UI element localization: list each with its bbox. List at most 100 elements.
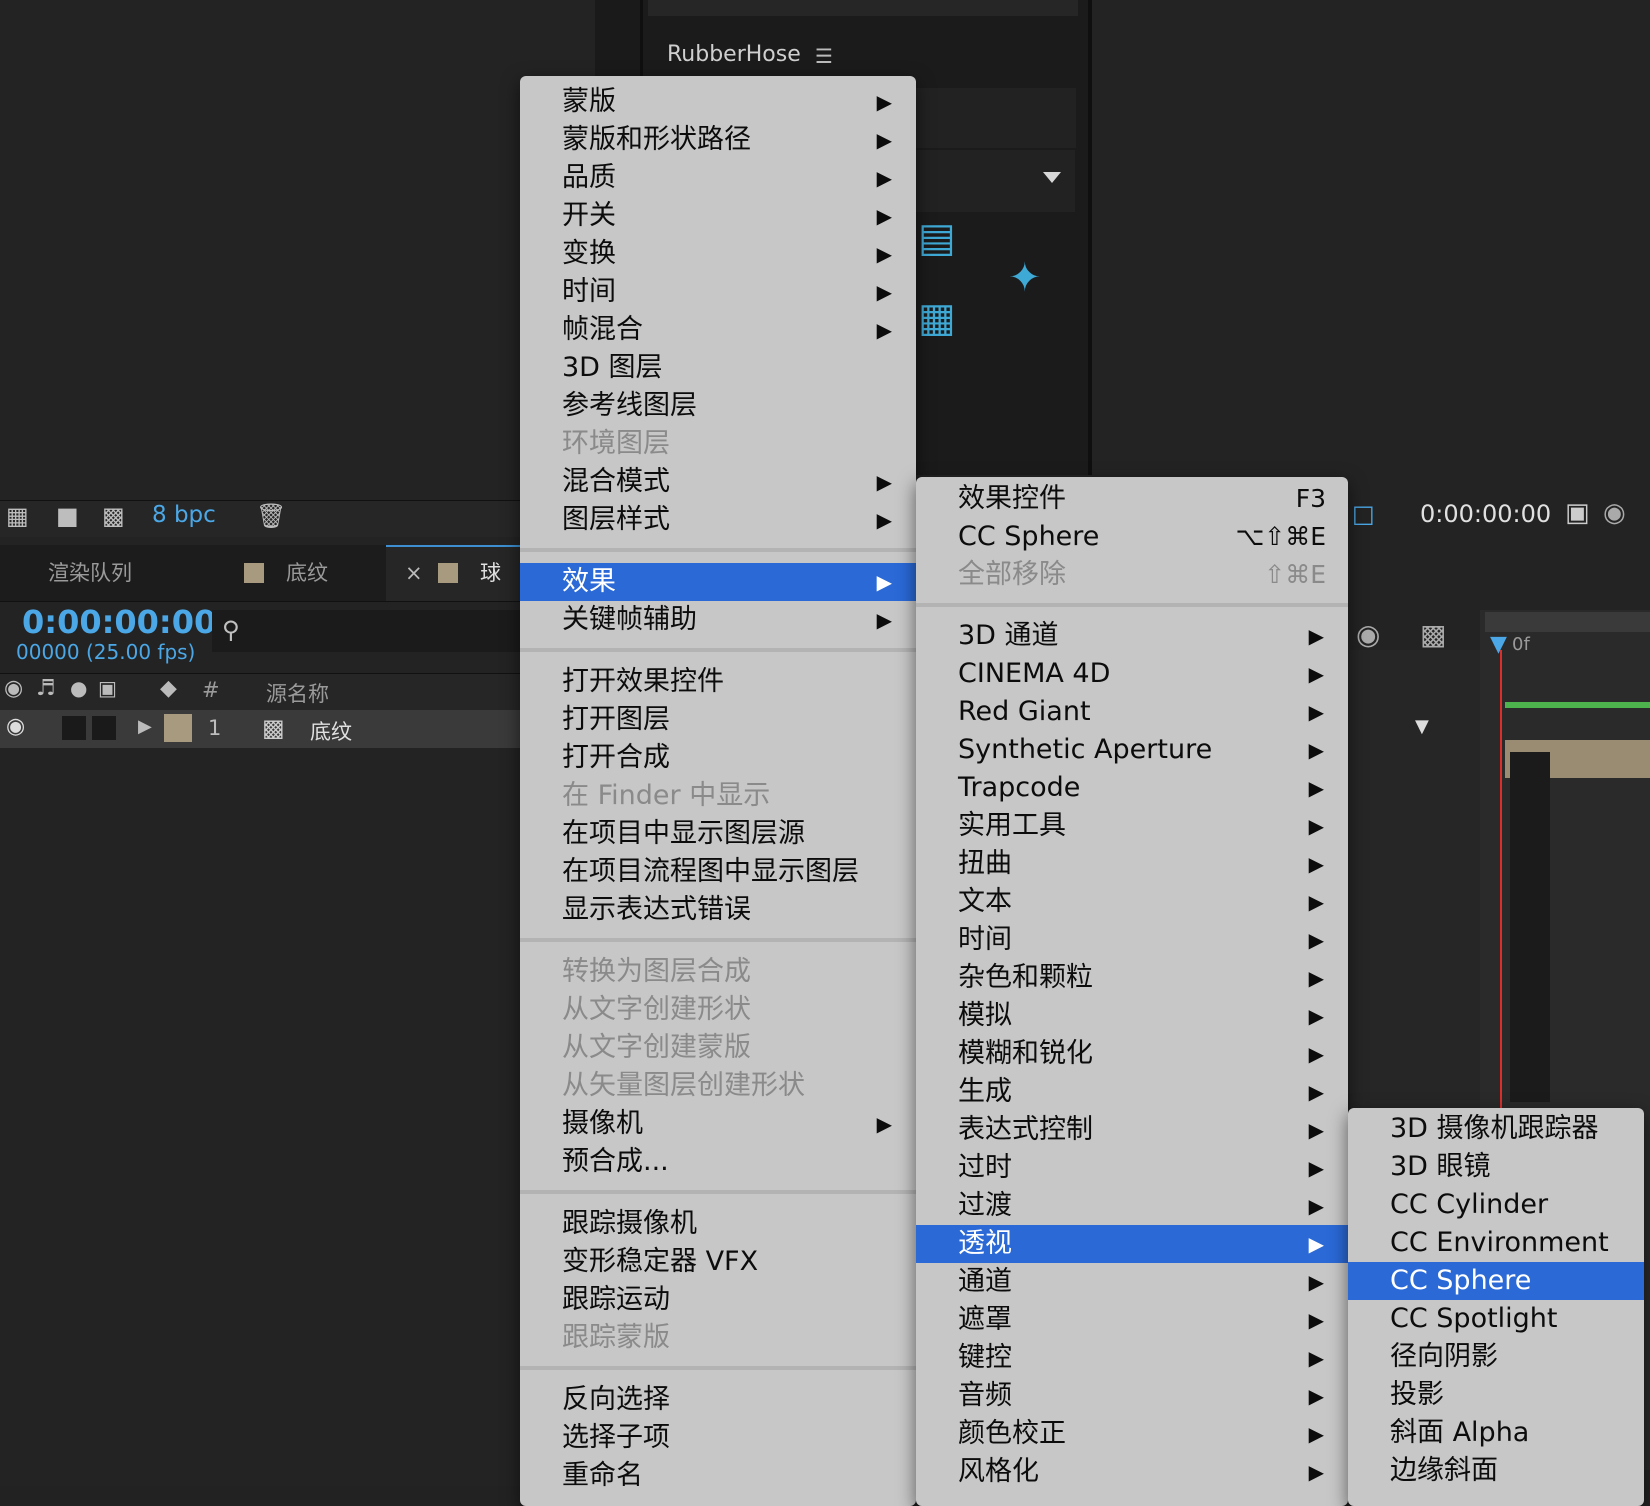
menu-item-cinema-4d[interactable]: CINEMA 4D ▶ <box>916 655 1348 693</box>
menu-item-cc-spotlight[interactable]: CC Spotlight <box>1348 1300 1644 1338</box>
menu-item-open-layer[interactable]: 打开图层 <box>520 701 916 739</box>
menu-item-select-children[interactable]: 选择子项 <box>520 1419 916 1457</box>
menu-item-invert-selection[interactable]: 反向选择 <box>520 1381 916 1419</box>
menu-item-simulation[interactable]: 模拟 ▶ <box>916 997 1348 1035</box>
playhead-icon[interactable]: ▼ <box>1490 632 1507 657</box>
menu-item-keying[interactable]: 键控 ▶ <box>916 1339 1348 1377</box>
new-composition-icon[interactable]: ▩ <box>102 502 125 530</box>
menu-item-trapcode[interactable]: Trapcode ▶ <box>916 769 1348 807</box>
menu-item-pre-compose[interactable]: 预合成... <box>520 1143 916 1181</box>
menu-item-3d-channel[interactable]: 3D 通道 ▶ <box>916 617 1348 655</box>
tab-ball[interactable]: 球 <box>480 545 501 601</box>
tab-render-queue[interactable]: 渲染队列 <box>48 545 132 601</box>
menu-item-cc-environment[interactable]: CC Environment <box>1348 1224 1644 1262</box>
layer-expand-icon[interactable]: ▶ <box>138 716 152 737</box>
menu-item-bevel-edges[interactable]: 边缘斜面 <box>1348 1452 1644 1490</box>
menu-item-last-effect-cc-sphere[interactable]: CC Sphere ⌥⇧⌘E <box>916 518 1348 556</box>
layer-switch-box-2[interactable] <box>92 716 116 740</box>
menu-item-perspective[interactable]: 透视 ▶ <box>916 1225 1348 1263</box>
trash-icon[interactable]: 🗑 <box>256 502 286 530</box>
motion-blur-icon[interactable]: ◉ <box>1356 618 1380 651</box>
menu-item-layer-styles[interactable]: 图层样式 ▶ <box>520 501 916 539</box>
search-icon[interactable]: ⚲ <box>222 616 240 644</box>
menu-item-bevel-alpha[interactable]: 斜面 Alpha <box>1348 1414 1644 1452</box>
menu-item-transition[interactable]: 过渡 ▶ <box>916 1187 1348 1225</box>
menu-item-3d-glasses[interactable]: 3D 眼镜 <box>1348 1148 1644 1186</box>
menu-item-track-motion[interactable]: 跟踪运动 <box>520 1281 916 1319</box>
layer-search-field[interactable] <box>212 610 522 652</box>
show-snapshot-icon[interactable]: ◉ <box>1603 498 1626 528</box>
region-icon[interactable]: □ <box>1352 500 1375 528</box>
comp-viewer-timecode[interactable]: 0:00:00:00 <box>1420 500 1551 528</box>
graph-editor-icon[interactable]: ▩ <box>1420 618 1446 651</box>
menu-item-radial-shadow[interactable]: 径向阴影 <box>1348 1338 1644 1376</box>
menu-item-mask[interactable]: 蒙版 ▶ <box>520 83 916 121</box>
menu-item-audio[interactable]: 音频 ▶ <box>916 1377 1348 1415</box>
menu-item-open-effect-controls[interactable]: 打开效果控件 <box>520 663 916 701</box>
layer-name[interactable]: 底纹 <box>310 716 352 746</box>
audio-icon[interactable]: ♬ <box>36 676 56 701</box>
menu-item-reveal-in-flowchart[interactable]: 在项目流程图中显示图层 <box>520 853 916 891</box>
folder-icon[interactable]: ■ <box>56 502 79 530</box>
menu-item-red-giant[interactable]: Red Giant ▶ <box>916 693 1348 731</box>
menu-item-transform[interactable]: 变换 ▶ <box>520 235 916 273</box>
film-strip-icon[interactable]: ▤ <box>918 215 956 261</box>
menu-item-keyframe-assistant[interactable]: 关键帧辅助 ▶ <box>520 601 916 639</box>
menu-item-distort[interactable]: 扭曲 ▶ <box>916 845 1348 883</box>
layer-dropdown-icon[interactable]: ▼ <box>1415 716 1429 737</box>
menu-item-3d-camera-tracker[interactable]: 3D 摄像机跟踪器 <box>1348 1110 1644 1148</box>
menu-item-blur-and-sharpen[interactable]: 模糊和锐化 ▶ <box>916 1035 1348 1073</box>
snapshot-camera-icon[interactable]: ▣ <box>1565 498 1590 528</box>
menu-item-text[interactable]: 文本 ▶ <box>916 883 1348 921</box>
dropdown-arrow-icon[interactable] <box>1043 172 1061 183</box>
layer-label-color[interactable] <box>164 714 192 742</box>
interpret-footage-icon[interactable]: ▦ <box>6 502 29 530</box>
menu-item-guide-layer[interactable]: 参考线图层 <box>520 387 916 425</box>
current-timecode[interactable]: 0:00:00:00 <box>22 603 216 641</box>
menu-item-3d-layer[interactable]: 3D 图层 <box>520 349 916 387</box>
menu-item-cc-sphere[interactable]: CC Sphere <box>1348 1262 1644 1300</box>
label-tag-icon[interactable]: ◆ <box>160 676 177 701</box>
lock-icon[interactable]: ▣ <box>98 676 117 700</box>
menu-item-track-camera[interactable]: 跟踪摄像机 <box>520 1205 916 1243</box>
panel-menu-icon[interactable]: ☰ <box>815 44 833 68</box>
menu-item-effect[interactable]: 效果 ▶ <box>520 563 916 601</box>
menu-item-reveal-layer-source[interactable]: 在项目中显示图层源 <box>520 815 916 853</box>
menu-item-effect-controls[interactable]: 效果控件 F3 <box>916 480 1348 518</box>
bpc-label[interactable]: 8 bpc <box>152 502 216 528</box>
layer-switch-box[interactable] <box>62 716 86 740</box>
layer-eye-icon[interactable]: ◉ <box>6 714 25 739</box>
menu-item-switches[interactable]: 开关 ▶ <box>520 197 916 235</box>
menu-item-channel[interactable]: 通道 ▶ <box>916 1263 1348 1301</box>
menu-item-camera[interactable]: 摄像机 ▶ <box>520 1105 916 1143</box>
menu-item-utility[interactable]: 实用工具 ▶ <box>916 807 1348 845</box>
visibility-icon[interactable]: ◉ <box>4 676 23 701</box>
work-area-bar[interactable] <box>1505 702 1650 708</box>
menu-item-blending-mode[interactable]: 混合模式 ▶ <box>520 463 916 501</box>
wrench-icon[interactable]: ✦ <box>1008 255 1042 301</box>
menu-item-rename[interactable]: 重命名 <box>520 1457 916 1495</box>
tab-close-icon[interactable]: × <box>405 545 423 601</box>
menu-item-mask-and-shape-path[interactable]: 蒙版和形状路径 ▶ <box>520 121 916 159</box>
menu-item-open-composition[interactable]: 打开合成 <box>520 739 916 777</box>
menu-item-synthetic-aperture[interactable]: Synthetic Aperture ▶ <box>916 731 1348 769</box>
menu-item-frame-blending[interactable]: 帧混合 ▶ <box>520 311 916 349</box>
menu-item-cc-cylinder[interactable]: CC Cylinder <box>1348 1186 1644 1224</box>
film-split-icon[interactable]: ▦ <box>918 295 956 341</box>
menu-item-obsolete[interactable]: 过时 ▶ <box>916 1149 1348 1187</box>
menu-item-generate[interactable]: 生成 ▶ <box>916 1073 1348 1111</box>
current-time-indicator[interactable] <box>1500 650 1502 1110</box>
menu-item-color-correction[interactable]: 颜色校正 ▶ <box>916 1415 1348 1453</box>
menu-item-noise-and-grain[interactable]: 杂色和颗粒 ▶ <box>916 959 1348 997</box>
solo-icon[interactable]: ● <box>70 676 87 700</box>
menu-item-stylize[interactable]: 风格化 ▶ <box>916 1453 1348 1491</box>
menu-item-time-effects[interactable]: 时间 ▶ <box>916 921 1348 959</box>
menu-item-drop-shadow[interactable]: 投影 <box>1348 1376 1644 1414</box>
menu-item-quality[interactable]: 品质 ▶ <box>520 159 916 197</box>
menu-item-matte[interactable]: 遮罩 ▶ <box>916 1301 1348 1339</box>
menu-item-warp-stabilizer[interactable]: 变形稳定器 VFX <box>520 1243 916 1281</box>
menu-item-show-expression-errors[interactable]: 显示表达式错误 <box>520 891 916 929</box>
time-ruler[interactable] <box>1485 612 1650 632</box>
menu-item-time[interactable]: 时间 ▶ <box>520 273 916 311</box>
tab-dipattern[interactable]: 底纹 <box>286 545 328 601</box>
